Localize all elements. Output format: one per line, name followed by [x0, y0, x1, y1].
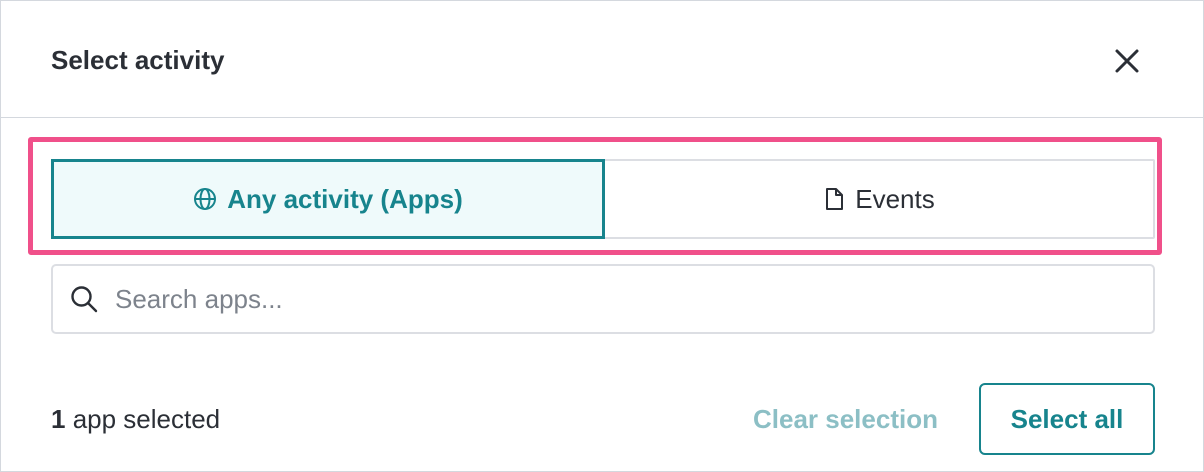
dialog-title: Select activity	[51, 45, 225, 75]
activity-type-toggle: Any activity (Apps) Events	[51, 159, 1155, 239]
globe-icon	[193, 187, 217, 211]
select-all-button[interactable]: Select all	[979, 383, 1155, 455]
select-activity-dialog: Select activity Any activity (Apps) Even…	[0, 0, 1204, 472]
selected-count-number: 1	[51, 404, 66, 434]
search-box	[51, 264, 1155, 334]
close-icon	[1115, 49, 1139, 73]
selected-count-label: app selected	[65, 404, 221, 434]
close-button[interactable]	[1107, 41, 1147, 81]
search-input[interactable]	[115, 283, 1095, 315]
document-icon	[823, 187, 845, 211]
clear-selection-button[interactable]: Clear selection	[753, 402, 938, 436]
tab-label: Any activity (Apps)	[227, 183, 463, 214]
selection-count: 1 app selected	[51, 402, 220, 436]
search-icon	[69, 284, 99, 314]
tab-events[interactable]: Events	[605, 161, 1153, 237]
dialog-header: Select activity	[1, 1, 1203, 118]
tab-label: Events	[855, 183, 935, 214]
tab-any-activity-apps[interactable]: Any activity (Apps)	[51, 159, 605, 239]
